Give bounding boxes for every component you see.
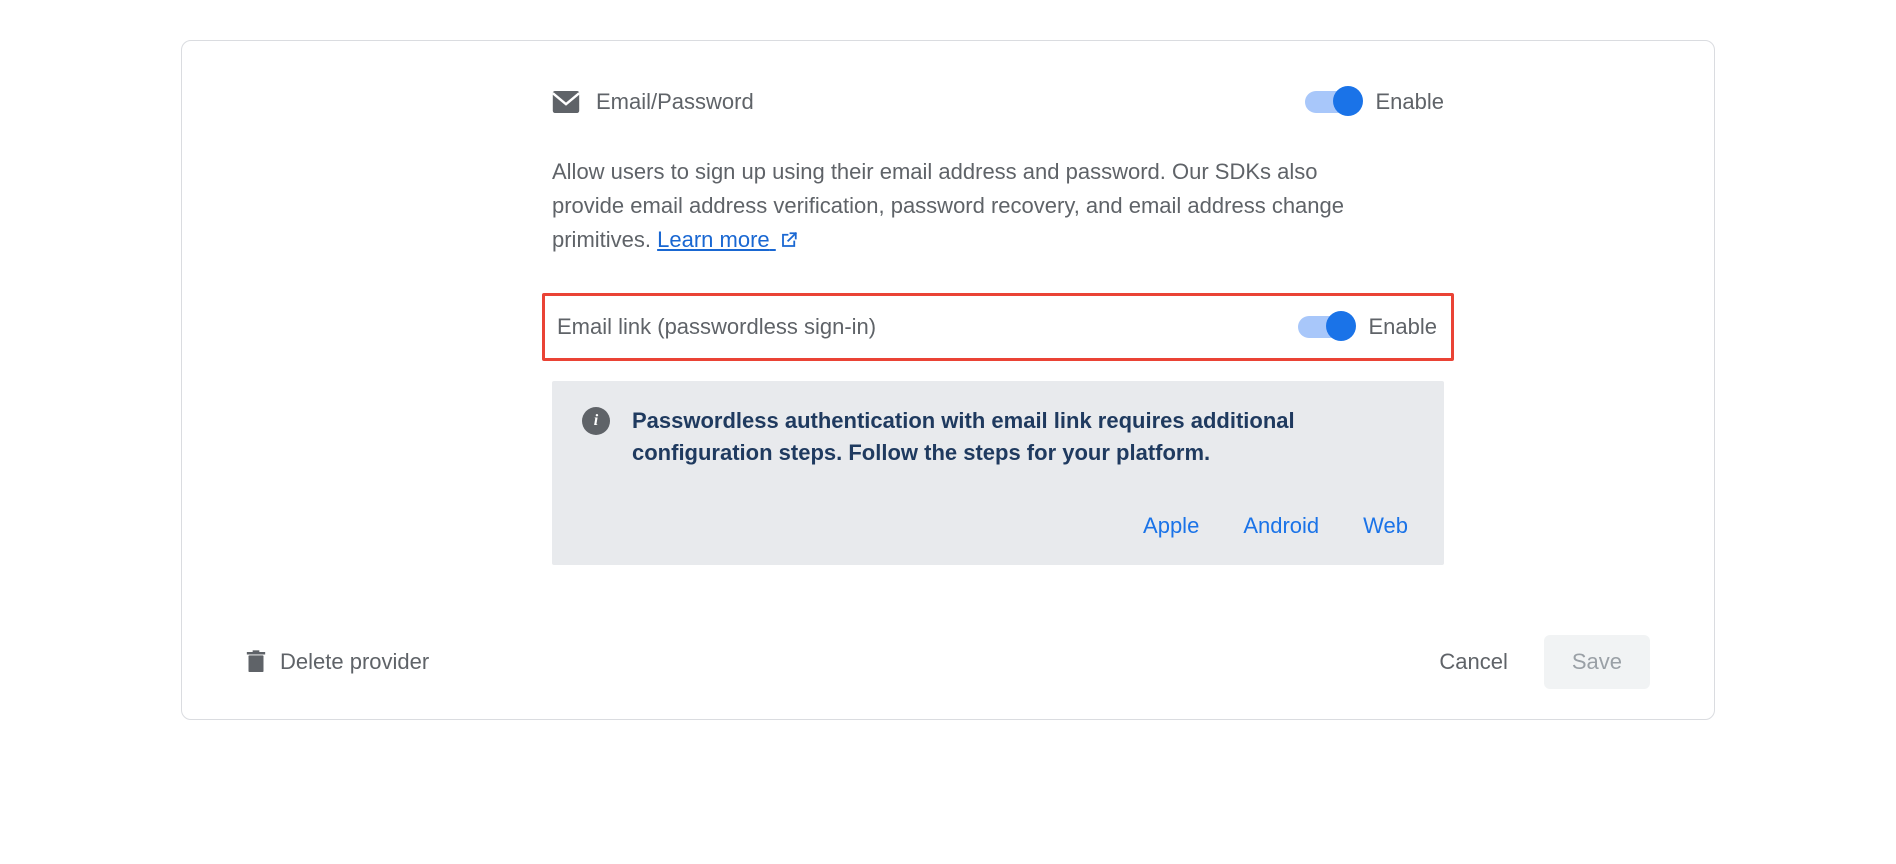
provider-title: Email/Password [596,89,754,115]
provider-toggle-wrap: Enable [1305,89,1444,115]
platform-link-web[interactable]: Web [1363,513,1408,539]
email-link-toggle-wrap: Enable [1298,314,1437,340]
provider-toggle-label: Enable [1375,89,1444,115]
platform-link-android[interactable]: Android [1243,513,1319,539]
platform-link-apple[interactable]: Apple [1143,513,1199,539]
email-link-toggle-label: Enable [1368,314,1437,340]
info-callout: i Passwordless authentication with email… [552,381,1444,565]
email-link-title: Email link (passwordless sign-in) [557,314,876,340]
platform-links: Apple Android Web [582,513,1414,539]
mail-icon [552,91,580,113]
delete-provider-label: Delete provider [280,649,429,675]
info-icon: i [582,407,610,435]
cancel-button[interactable]: Cancel [1439,649,1507,675]
provider-panel: Email/Password Enable Allow users to sig… [181,40,1715,720]
provider-description: Allow users to sign up using their email… [552,155,1394,257]
delete-provider-button[interactable]: Delete provider [246,649,429,675]
save-button[interactable]: Save [1544,635,1650,689]
trash-icon [246,650,266,674]
learn-more-label: Learn more [657,227,770,252]
info-text: Passwordless authentication with email l… [632,405,1414,469]
email-password-toggle[interactable] [1305,91,1359,113]
provider-header: Email/Password Enable [552,89,1444,155]
external-link-icon [780,225,798,243]
provider-header-left: Email/Password [552,89,754,115]
toggle-knob [1326,311,1356,341]
footer-right: Cancel Save [1439,635,1650,689]
panel-footer: Delete provider Cancel Save [242,635,1654,689]
learn-more-link[interactable]: Learn more [657,227,798,252]
info-row: i Passwordless authentication with email… [582,405,1414,469]
email-link-toggle[interactable] [1298,316,1352,338]
toggle-knob [1333,86,1363,116]
email-link-row-highlight: Email link (passwordless sign-in) Enable [542,293,1454,361]
settings-canvas: Email/Password Enable Allow users to sig… [0,0,1896,864]
